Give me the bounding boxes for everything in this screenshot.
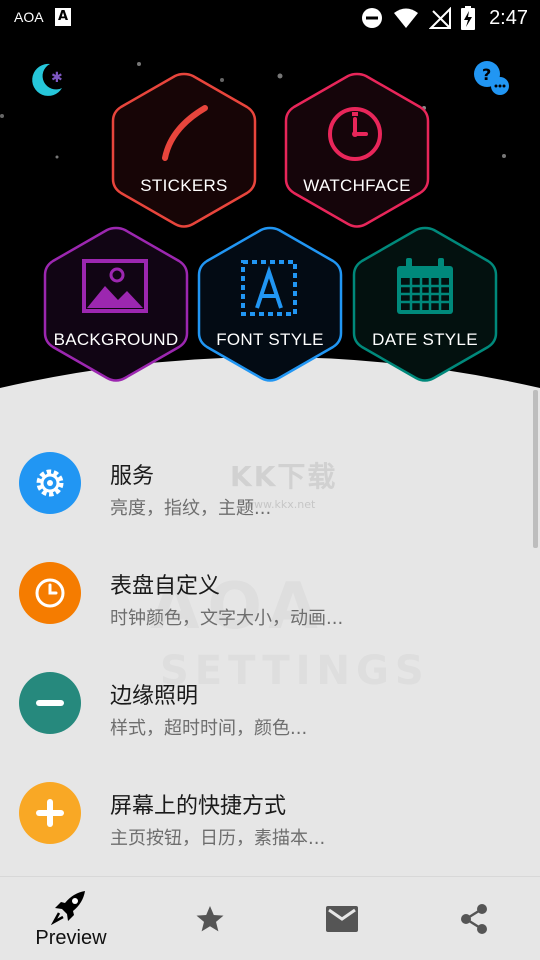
stickers-label: STICKERS	[140, 176, 228, 195]
hex-frame	[352, 226, 498, 382]
no-signal-icon	[429, 7, 452, 29]
status-bar: AOA A 2:47	[0, 0, 540, 36]
help-chat-icon[interactable]: ?	[472, 60, 512, 100]
menu-item-edge-lighting[interactable]: 边缘照明 样式，超时时间，颜色...	[0, 650, 540, 750]
menu-item-title: 屏幕上的快捷方式	[110, 794, 287, 819]
menu-item-title: 表盘自定义	[110, 574, 221, 599]
svg-text:✱: ✱	[51, 70, 63, 86]
menu-item-subtitle: 亮度，指纹，主题...	[110, 498, 272, 519]
do-not-disturb-icon	[362, 8, 383, 28]
menu-item-subtitle: 主页按钮，日历，素描本...	[110, 828, 326, 849]
hex-frame	[284, 72, 430, 228]
hex-frame	[43, 226, 189, 382]
wifi-icon	[394, 8, 419, 28]
menu-item-subtitle: 时钟颜色，文字大小，动画...	[110, 608, 344, 629]
menu-item-shortcuts[interactable]: 屏幕上的快捷方式 主页按钮，日历，素描本...	[0, 760, 540, 860]
nav-share[interactable]	[424, 877, 524, 960]
date-style-tile[interactable]: DATE STYLE	[350, 224, 500, 384]
menu-item-title: 边缘照明	[110, 684, 199, 709]
hex-frame	[197, 226, 343, 382]
status-carrier: AOA	[14, 9, 44, 25]
plus-icon	[19, 782, 81, 844]
hex-frame	[111, 72, 257, 228]
menu-item-clock-custom[interactable]: 表盘自定义 时钟颜色，文字大小，动画...	[0, 540, 540, 640]
nav-mail[interactable]	[292, 877, 392, 960]
watchface-label: WATCHFACE	[303, 176, 411, 195]
svg-text:?: ?	[482, 65, 491, 84]
font-style-label: FONT STYLE	[216, 330, 324, 349]
calendar-icon	[397, 258, 453, 314]
text-notification-icon: A	[55, 8, 71, 26]
nav-preview-label: Preview	[35, 926, 107, 949]
nav-preview[interactable]: Preview	[21, 877, 121, 960]
menu-item-title: 服务	[110, 464, 155, 489]
date-style-label: DATE STYLE	[372, 330, 478, 349]
status-time: 2:47	[489, 6, 528, 29]
rocket-icon	[51, 890, 85, 925]
background-label: BACKGROUND	[53, 330, 179, 349]
nav-favorites[interactable]	[160, 877, 260, 960]
font-style-tile[interactable]: FONT STYLE	[195, 224, 345, 384]
gear-icon	[19, 452, 81, 514]
stickers-tile[interactable]: STICKERS	[109, 70, 259, 230]
mail-icon	[326, 906, 358, 932]
minus-icon	[19, 672, 81, 734]
share-icon	[461, 904, 487, 934]
moon-logo-icon[interactable]: ✱	[28, 60, 68, 100]
clock-icon	[19, 562, 81, 624]
bottom-nav: Preview	[0, 876, 540, 960]
background-tile[interactable]: BACKGROUND	[41, 224, 191, 384]
status-icons: 2:47	[361, 0, 528, 36]
star-icon	[196, 906, 224, 932]
menu-item-services[interactable]: 服务 亮度，指纹，主题...	[0, 430, 540, 530]
menu-item-subtitle: 样式，超时时间，颜色...	[110, 718, 308, 739]
hero-panel: ✱ ? STICKERS WATCHFACE BACKGROUND FONT S…	[0, 36, 540, 416]
battery-charging-icon	[461, 6, 476, 30]
watchface-tile[interactable]: WATCHFACE	[282, 70, 432, 230]
